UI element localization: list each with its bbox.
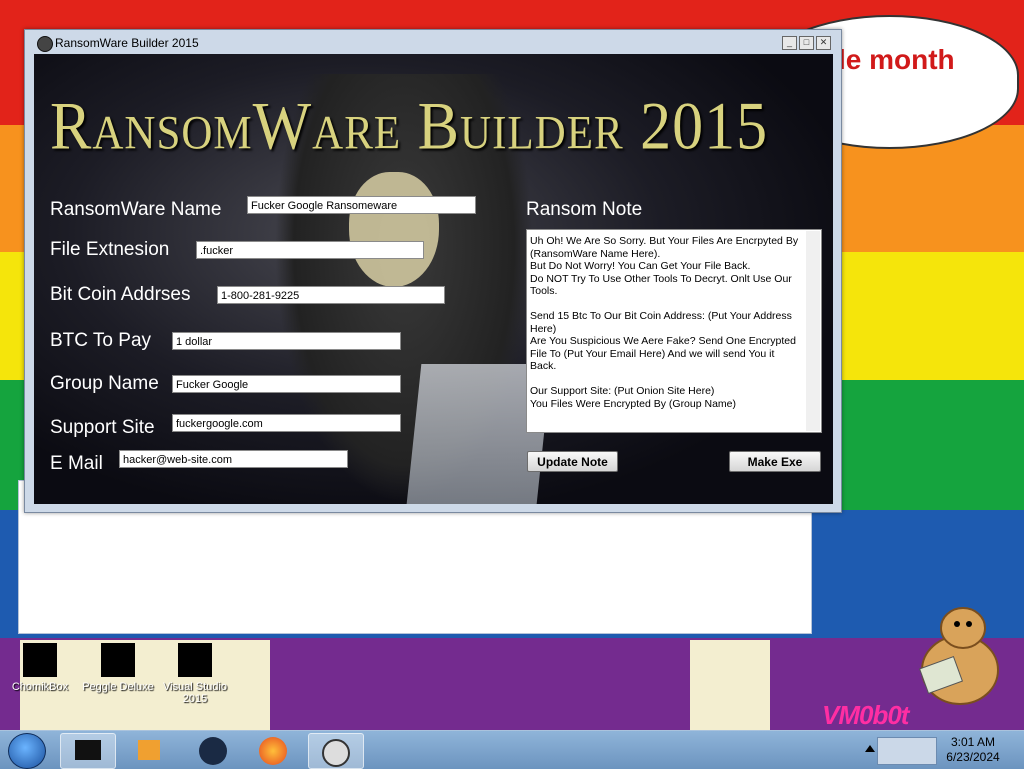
client-area: RansomWare Builder 2015 RansomWare Name …: [34, 54, 833, 504]
support-site-label: Support Site: [50, 417, 155, 438]
peggle-icon: [101, 643, 135, 677]
start-button[interactable]: [8, 733, 46, 769]
explorer-icon: [75, 740, 101, 760]
mask-image: [349, 172, 439, 287]
minimize-button[interactable]: _: [782, 36, 797, 50]
app-icon: [37, 36, 53, 52]
desktop-icon-peggle[interactable]: Peggle Deluxe: [78, 643, 158, 693]
note-line: [530, 298, 803, 311]
taskbar-item-app[interactable]: [186, 733, 240, 767]
desktop-icon-chomikbox[interactable]: ChomikBox: [0, 643, 80, 693]
btc-to-pay-input[interactable]: 1 dollar: [172, 332, 401, 350]
clock-date: 6/23/2024: [946, 750, 1000, 764]
media-player-icon: [138, 740, 160, 760]
update-note-button[interactable]: Update Note: [527, 451, 618, 472]
note-line: Send 15 Btc To Our Bit Coin Address: (Pu…: [530, 310, 792, 335]
globe-icon: [199, 737, 227, 765]
taskbar-item-ransomware-builder[interactable]: [308, 733, 364, 769]
note-line: Our Support Site: (Put Onion Site Here): [530, 385, 715, 397]
clock-time: 3:01 AM: [950, 735, 996, 749]
note-line: You Files Were Encrypted By (Group Name): [530, 397, 737, 410]
desktop-icon-label: Visual Studio 2015: [162, 681, 227, 705]
email-input[interactable]: hacker@web-site.com: [119, 450, 348, 468]
taskbar-item-firefox[interactable]: [246, 733, 300, 767]
clock[interactable]: 3:01 AM 6/23/2024: [940, 735, 1006, 765]
window-title: RansomWare Builder 2015: [55, 36, 199, 50]
speech-text: le month: [838, 44, 955, 75]
taskbar: 3:01 AM 6/23/2024: [0, 730, 1024, 769]
bitcoin-address-label: Bit Coin Addrses: [50, 284, 191, 305]
banner-title: RansomWare Builder 2015: [50, 89, 769, 164]
taskbar-item-media[interactable]: [122, 733, 176, 767]
hamster-image: [918, 607, 999, 705]
group-name-input[interactable]: Fucker Google: [172, 375, 401, 393]
visual-studio-icon: [178, 643, 212, 677]
chomikbox-icon: [23, 643, 57, 677]
firefox-icon: [259, 737, 287, 765]
taskbar-item-explorer[interactable]: [60, 733, 116, 769]
skull-icon: [322, 739, 350, 767]
maximize-button[interactable]: □: [799, 36, 814, 50]
tray-apps-icon[interactable]: [877, 737, 937, 765]
ransomware-builder-window: RansomWare Builder 2015 _ □ ✕ RansomWare…: [24, 29, 842, 513]
file-extension-input[interactable]: .fucker: [196, 241, 424, 259]
tray-expand-icon[interactable]: [865, 745, 875, 752]
btc-to-pay-label: BTC To Pay: [50, 330, 152, 351]
ransomware-name-input[interactable]: Fucker Google Ransomeware: [247, 196, 476, 214]
note-line: Uh Oh! We Are So Sorry. But Your Files A…: [530, 235, 799, 260]
bitcoin-address-input[interactable]: 1-800-281-9225: [217, 286, 445, 304]
ransom-note-textarea[interactable]: Uh Oh! We Are So Sorry. But Your Files A…: [526, 229, 822, 433]
desktop-icon-label: Peggle Deluxe: [82, 681, 154, 693]
group-name-label: Group Name: [50, 373, 159, 394]
note-line: Are You Suspicious We Aere Fake? Send On…: [530, 335, 796, 372]
file-extension-label: File Extnesion: [50, 239, 170, 260]
ransomware-name-label: RansomWare Name: [50, 199, 222, 220]
desktop-icon-label: ChomikBox: [11, 681, 69, 693]
close-button[interactable]: ✕: [816, 36, 831, 50]
note-scrollbar[interactable]: [806, 231, 820, 431]
desktop-icon-visual-studio[interactable]: Visual Studio 2015: [155, 643, 235, 705]
title-bar[interactable]: RansomWare Builder 2015 _ □ ✕: [25, 30, 841, 54]
make-exe-button[interactable]: Make Exe: [729, 451, 821, 472]
cartoon-shape: [690, 640, 770, 730]
note-line: But Do Not Worry! You Can Get Your File …: [530, 260, 751, 272]
watermark-text: VM0b0t: [822, 700, 909, 730]
support-site-input[interactable]: fuckergoogle.com: [172, 414, 401, 432]
email-label: E Mail: [50, 453, 103, 474]
note-line: [530, 373, 803, 386]
ransom-note-label: Ransom Note: [526, 199, 643, 220]
note-line: Do NOT Try To Use Other Tools To Decryt.…: [530, 272, 792, 298]
